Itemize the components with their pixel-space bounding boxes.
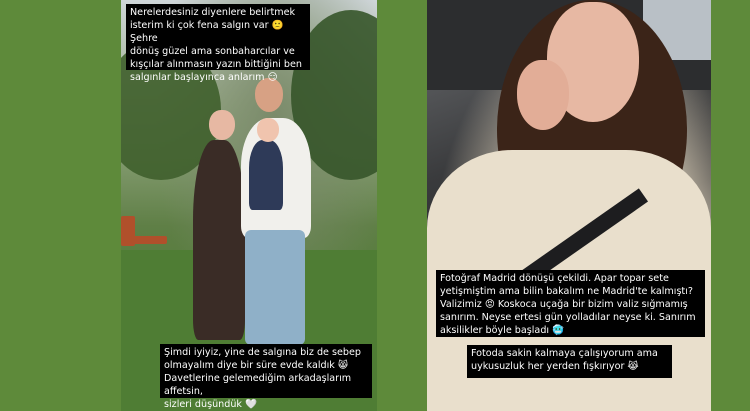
garden-bench-back (121, 216, 135, 246)
right-secondary-caption: Fotoda sakin kalmaya çalışıyorum ama uyk… (467, 345, 672, 378)
left-story-photo: Nerelerdesiniz diyenlere belirtmek ister… (121, 0, 377, 411)
man-jeans (245, 230, 305, 345)
baby-face (257, 118, 279, 142)
woman-hand (517, 60, 569, 130)
baby-figure (249, 140, 283, 210)
right-main-caption: Fotoğraf Madrid dönüşü çekildi. Apar top… (436, 270, 705, 337)
left-top-caption: Nerelerdesiniz diyenlere belirtmek ister… (126, 4, 310, 83)
left-bottom-caption: Şimdi iyiyiz, yine de salgına biz de seb… (160, 344, 372, 410)
right-story-photo: Fotoğraf Madrid dönüşü çekildi. Apar top… (427, 0, 711, 411)
woman-figure (193, 140, 245, 340)
woman-face (209, 110, 235, 140)
